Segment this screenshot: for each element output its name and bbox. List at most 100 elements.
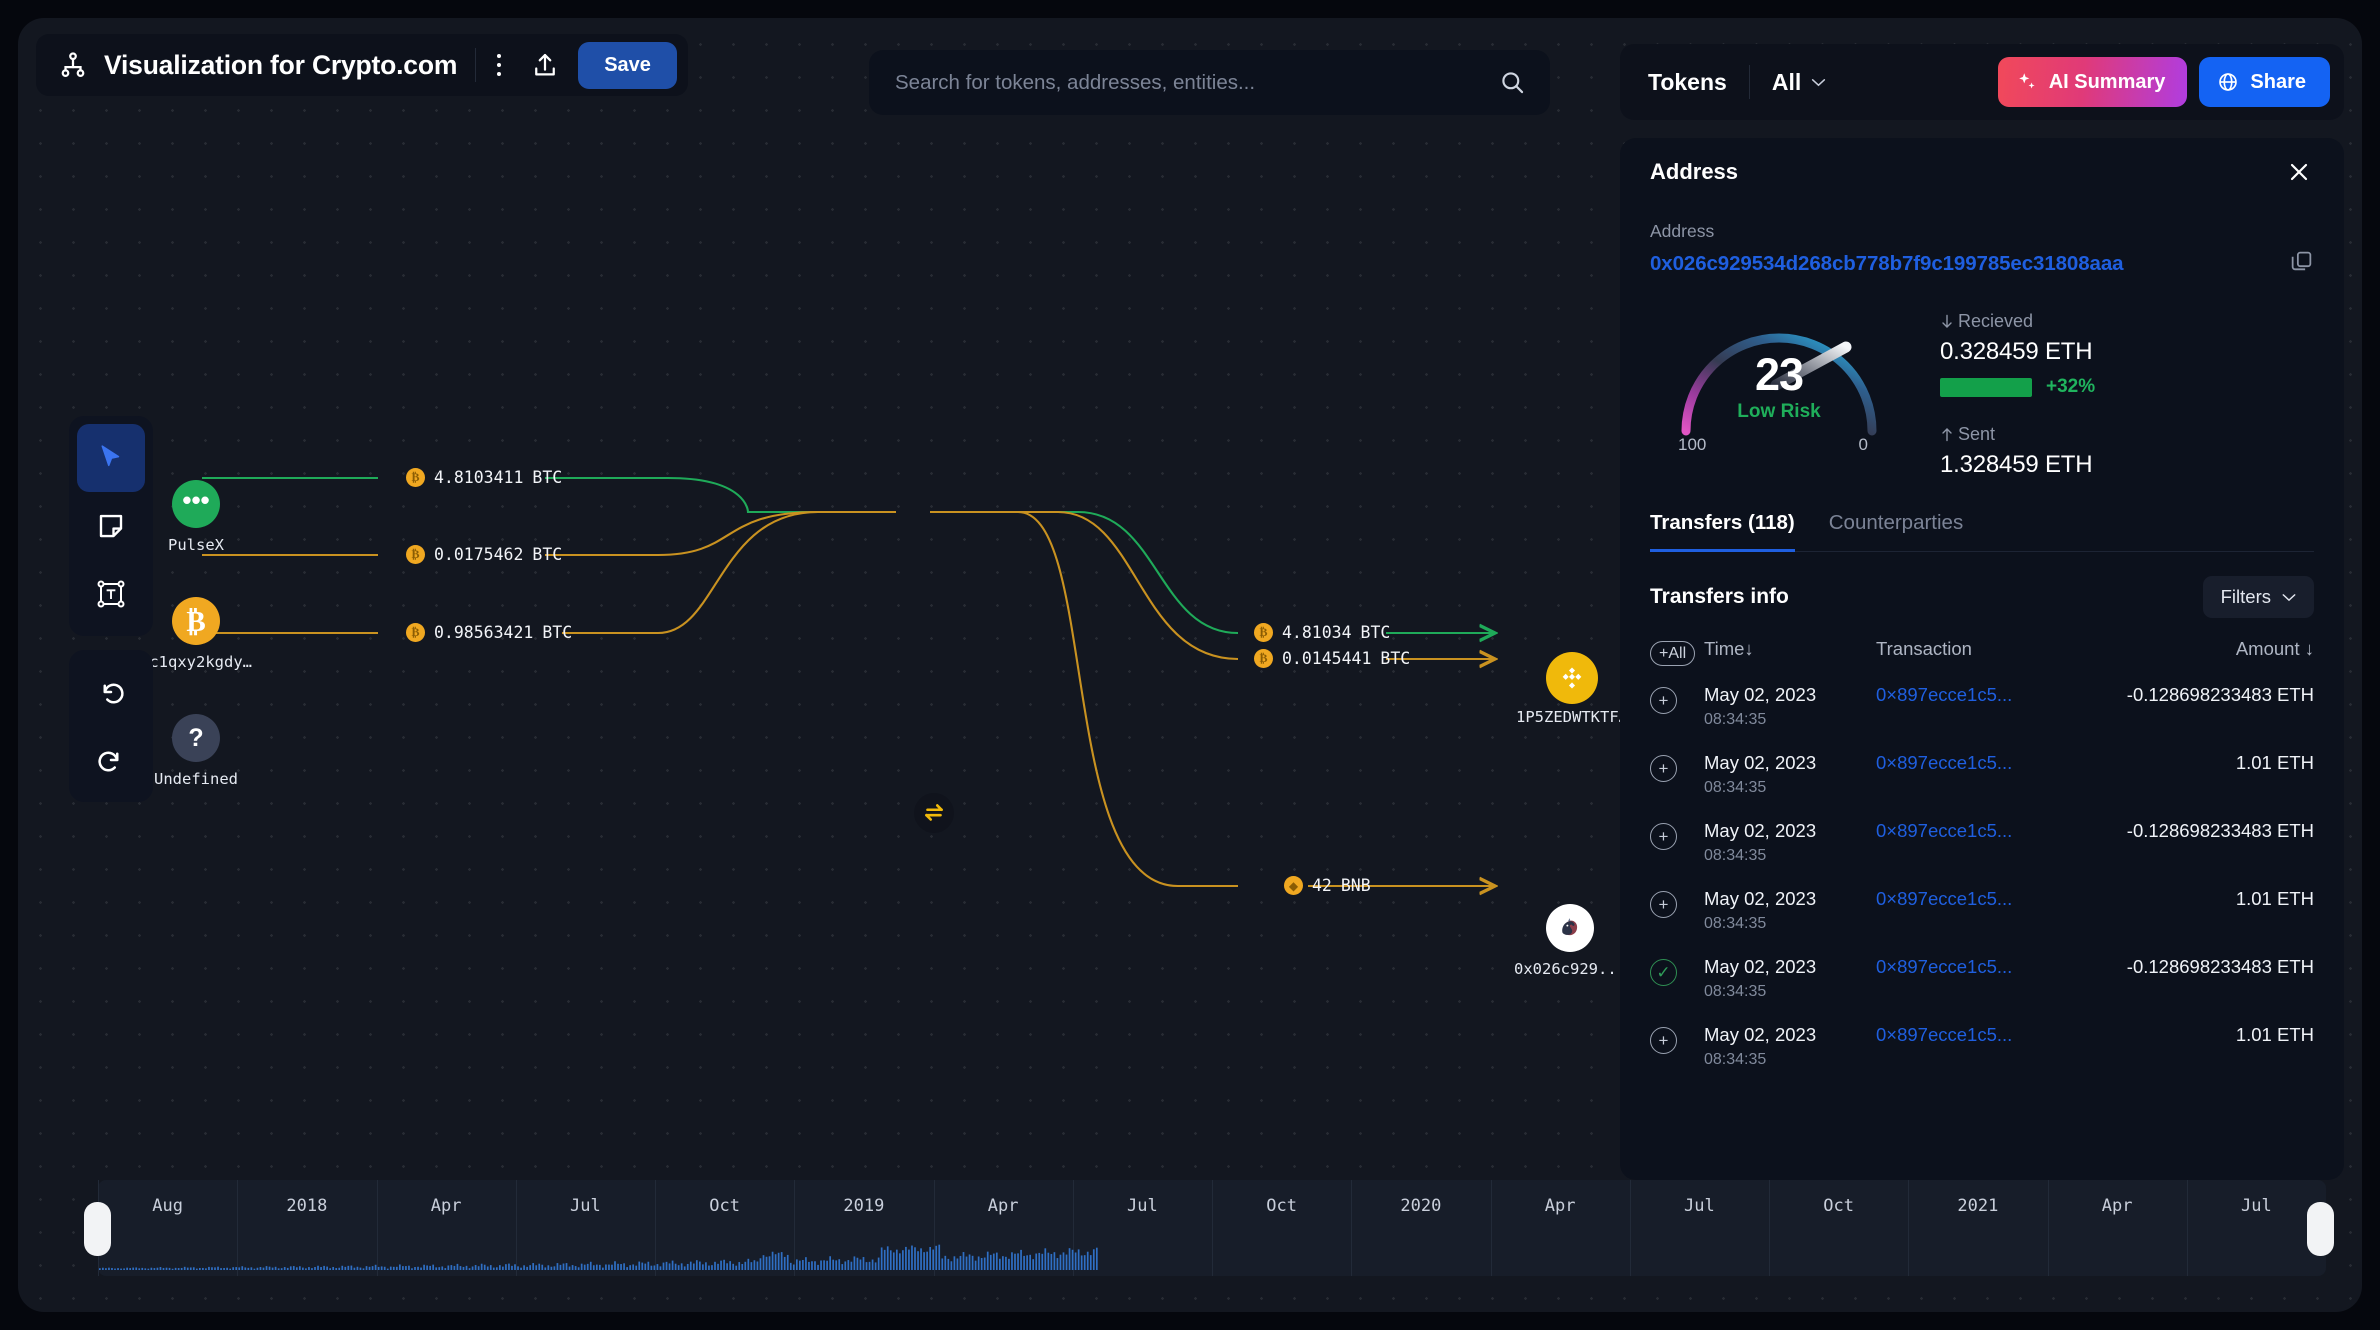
edge-amount: 42 [1312,876,1332,895]
timeline-gridline [1769,1180,1770,1276]
table-row[interactable]: +May 02, 202308:34:350×897ecce1c5...-0.1… [1650,808,2314,876]
chevron-down-icon [1811,78,1826,87]
select-all-button[interactable]: +All [1650,641,1695,666]
transfer-date: May 02, 2023 [1704,956,1876,978]
btc-coin-icon: ₿ [406,623,425,642]
graph-node-label: 1P5ZEDWTKTF… [1516,708,1628,726]
timeline-gridline [2187,1180,2188,1276]
undo-tool[interactable] [77,658,145,726]
plus-circle-icon[interactable]: + [1650,755,1677,782]
table-row[interactable]: +May 02, 202308:34:350×897ecce1c5...1.01… [1650,876,2314,944]
timeline-tick-label: 2019 [843,1196,884,1216]
column-header-time[interactable]: Time↓ [1704,638,1876,660]
transfer-date: May 02, 2023 [1704,888,1876,910]
upload-icon[interactable] [522,42,568,88]
save-button[interactable]: Save [578,42,677,89]
graph-node-label: PulseX [168,536,224,554]
edge-label[interactable]: ₿ 0.0175462 BTC [406,545,562,564]
table-row[interactable]: +May 02, 202308:34:350×897ecce1c5...1.01… [1650,740,2314,808]
plus-circle-icon[interactable]: + [1650,687,1677,714]
timeline-tick-label: Oct [1823,1196,1854,1216]
graph-node-swap-hub[interactable] [914,793,954,833]
bitcoin-icon: ₿ [172,597,220,645]
graph-node-pulsex[interactable]: ••• PulseX [172,480,220,528]
gauge-min-label: 0 [1859,435,1868,455]
edge-label[interactable]: ₿ 4.8103411 BTC [406,468,562,487]
cursor-tool[interactable] [77,424,145,492]
btc-coin-icon: ₿ [406,468,425,487]
table-row[interactable]: ✓May 02, 202308:34:350×897ecce1c5...-0.1… [1650,944,2314,1012]
graph-node-binance[interactable]: 1P5ZEDWTKTF… [1546,652,1598,704]
close-icon[interactable] [2284,157,2314,187]
binance-icon [1546,652,1598,704]
search-bar[interactable] [869,50,1550,115]
table-row[interactable]: +May 02, 202308:34:350×897ecce1c5...-0.1… [1650,672,2314,740]
ai-summary-button[interactable]: AI Summary [1998,57,2188,107]
risk-gauge: 23 Low Risk 100 0 [1664,303,1894,453]
edge-amount: 0.0175462 [434,545,523,564]
globe-icon [2217,71,2239,93]
transfer-tx-link[interactable]: 0×897ecce1c5... [1876,1024,2012,1045]
transfer-tx-link[interactable]: 0×897ecce1c5... [1876,820,2012,841]
tab-counterparties[interactable]: Counterparties [1829,511,1963,552]
filters-button[interactable]: Filters [2203,576,2314,618]
range-start-handle[interactable] [84,1202,111,1256]
token-filter-dropdown[interactable]: All [1772,69,1826,96]
transfer-time: 08:34:35 [1704,847,1876,865]
transfer-date: May 02, 2023 [1704,1024,1876,1046]
timeline-gridline [1212,1180,1213,1276]
tab-transfers[interactable]: Transfers (118) [1650,511,1795,552]
transfer-amount: 1.01 ETH [2236,888,2314,909]
check-circle-icon[interactable]: ✓ [1650,959,1677,986]
edge-label[interactable]: ₿ 0.0145441 BTC [1254,649,1410,668]
transfer-date: May 02, 2023 [1704,752,1876,774]
bnb-coin-icon: ◆ [1284,876,1303,895]
timeline-tick-label: Apr [431,1196,462,1216]
share-button[interactable]: Share [2199,57,2330,107]
kebab-menu-icon[interactable] [476,42,522,88]
range-end-handle[interactable] [2307,1202,2334,1256]
edge-label[interactable]: ₿ 0.98563421 BTC [406,623,572,642]
edge-amount: 4.81034 [1282,623,1352,642]
transfer-amount: -0.128698233483 ETH [2127,956,2314,977]
transfer-tx-link[interactable]: 0×897ecce1c5... [1876,684,2012,705]
transfer-tx-link[interactable]: 0×897ecce1c5... [1876,888,2012,909]
arrow-up-icon [1940,427,1954,442]
address-value[interactable]: 0x026c929534d268cb778b7f9c199785ec31808a… [1650,252,2123,276]
btc-coin-icon: ₿ [1254,649,1273,668]
edge-asset: BTC [542,623,572,642]
graph-node-undefined[interactable]: ? Undefined [172,714,220,762]
text-tool[interactable] [77,560,145,628]
edge-amount: 0.98563421 [434,623,533,642]
table-row[interactable]: +May 02, 202308:34:350×897ecce1c5...1.01… [1650,1012,2314,1080]
timeline-scrubber[interactable]: Aug2018AprJulOct2019AprJulOct2020AprJulO… [98,1180,2326,1276]
transfer-amount: 1.01 ETH [2236,1024,2314,1045]
edge-label[interactable]: ◆ 42 BNB [1284,876,1371,895]
graph-node-btc-address[interactable]: ₿ bc1qxy2kgdy… [172,597,220,645]
search-input[interactable] [895,71,1499,95]
share-label: Share [2250,71,2306,94]
copy-icon[interactable] [2289,249,2314,279]
graph-node-label: 0x026c929... [1514,960,1626,978]
received-progress-bar [1940,378,2032,397]
timeline-tick-label: Jul [1127,1196,1158,1216]
timeline-gridline [2048,1180,2049,1276]
transfer-date: May 02, 2023 [1704,820,1876,842]
edge-label[interactable]: ₿ 4.81034 BTC [1254,623,1390,642]
plus-circle-icon[interactable]: + [1650,891,1677,918]
plus-circle-icon[interactable]: + [1650,823,1677,850]
redo-tool[interactable] [77,726,145,794]
transfer-tx-link[interactable]: 0×897ecce1c5... [1876,752,2012,773]
kpi-group: Recieved 0.328459 ETH +32% Sent 1.328459… [1940,303,2095,479]
timeline-tick-label: Oct [709,1196,740,1216]
column-header-amount[interactable]: Amount ↓ [2236,638,2314,660]
note-tool[interactable] [77,492,145,560]
timeline-tick-label: 2018 [286,1196,327,1216]
column-header-transaction[interactable]: Transaction [1876,638,2236,660]
plus-circle-icon[interactable]: + [1650,1027,1677,1054]
edge-asset: BTC [532,545,562,564]
search-icon[interactable] [1499,69,1526,96]
graph-node-uniswap[interactable]: 0x026c929... [1546,904,1594,952]
transfer-tx-link[interactable]: 0×897ecce1c5... [1876,956,2012,977]
edge-asset: BNB [1341,876,1371,895]
